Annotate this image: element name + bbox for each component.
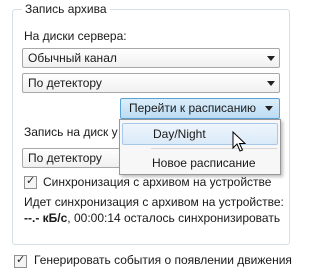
menu-item-new-schedule[interactable]: Новое расписание	[122, 153, 278, 175]
sync-status-line2: --.- кБ/с, 00:00:14 осталось синхронизир…	[24, 211, 280, 225]
sync-status-line1: Идет синхронизация с архивом на устройст…	[24, 195, 284, 209]
menu-item-day-night[interactable]: Day/Night	[122, 123, 278, 145]
sync-checkbox[interactable]: ✓	[24, 175, 37, 189]
checkmark-icon: ✓	[16, 254, 26, 266]
motion-events-label: Генерировать события о появлении движени…	[34, 253, 292, 267]
motion-events-checkbox[interactable]: ✓	[14, 254, 27, 268]
server-disks-label: На диски сервера:	[24, 29, 127, 43]
sync-label: Синхронизация с архивом на устройстве	[43, 175, 272, 189]
server-channel-value: Обычный канал	[28, 51, 117, 65]
menu-separator	[151, 148, 277, 149]
server-channel-select[interactable]: Обычный канал	[22, 48, 280, 68]
checkmark-icon: ✓	[26, 175, 36, 187]
server-mode-select[interactable]: По детектору	[22, 73, 280, 93]
device-disk-label: Запись на диск у	[24, 125, 118, 139]
device-mode-value: По детектору	[28, 151, 102, 165]
go-to-schedule-button[interactable]: Перейти к расписанию	[120, 98, 280, 119]
chevron-down-icon	[267, 56, 275, 61]
sync-remaining: , 00:00:14 осталось синхронизировать	[67, 211, 281, 225]
server-mode-value: По детектору	[28, 76, 102, 90]
go-to-schedule-label: Перейти к расписанию	[129, 101, 257, 115]
sync-speed: --.- кБ/с	[24, 211, 68, 225]
chevron-down-icon	[267, 81, 275, 86]
group-title: Запись архива	[22, 2, 110, 16]
schedule-dropdown-menu: Day/Night Новое расписание	[119, 119, 281, 175]
mouse-cursor-icon	[232, 131, 246, 152]
device-mode-select[interactable]: По детектору	[22, 148, 122, 168]
chevron-down-icon	[265, 106, 273, 111]
